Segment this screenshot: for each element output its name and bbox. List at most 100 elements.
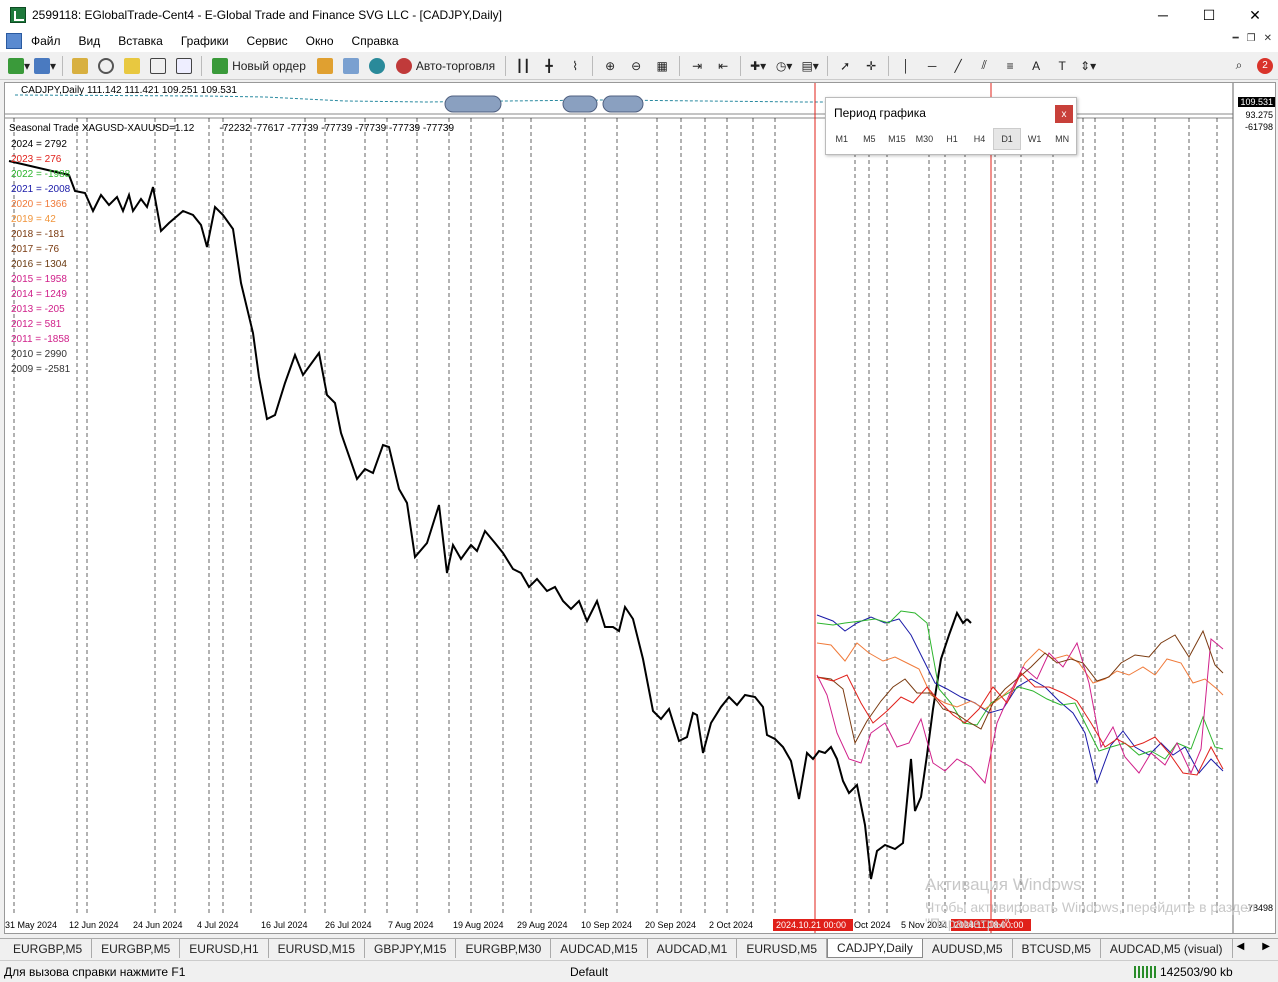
menu-charts[interactable]: Графики bbox=[172, 34, 238, 48]
chart-tab[interactable]: AUDCAD,M1 bbox=[648, 939, 738, 958]
price-scale-upper: 93.275 bbox=[1245, 110, 1273, 120]
search-icon[interactable]: ⌕ bbox=[1228, 55, 1250, 77]
text-label-icon[interactable]: T bbox=[1051, 55, 1073, 77]
navigator-button[interactable] bbox=[121, 55, 143, 77]
maximize-button[interactable]: ☐ bbox=[1186, 0, 1232, 30]
chart-tab[interactable]: AUDCAD,M15 bbox=[551, 939, 648, 958]
notifications-badge[interactable]: 2 bbox=[1254, 55, 1276, 77]
legend-item: 2021 = -2008 bbox=[11, 184, 71, 195]
chart-tab[interactable]: AUDCAD,M5 (visual) bbox=[1101, 939, 1233, 958]
mdi-minimize-icon[interactable]: ━ bbox=[1233, 33, 1239, 44]
mdi-close-icon[interactable]: ✕ bbox=[1264, 33, 1272, 44]
mdi-restore-icon[interactable]: ❐ bbox=[1247, 33, 1256, 44]
minimize-button[interactable]: ─ bbox=[1140, 0, 1186, 30]
radio-button[interactable] bbox=[366, 55, 388, 77]
date-axis-label: 31 May 2024 bbox=[5, 920, 57, 930]
date-axis-label: 2 Oct 2024 bbox=[709, 920, 753, 930]
indicators-button[interactable]: ✚▾ bbox=[747, 55, 769, 77]
event-marker bbox=[562, 95, 598, 113]
chart-window-icon[interactable] bbox=[6, 33, 22, 49]
tabs-scroll-right-icon[interactable]: ▶ bbox=[1262, 941, 1270, 952]
text-icon[interactable]: A bbox=[1025, 55, 1047, 77]
data-window-button[interactable] bbox=[95, 55, 117, 77]
period-h1-button[interactable]: H1 bbox=[938, 128, 966, 150]
seasonal-2024-line-end bbox=[966, 618, 972, 624]
period-buttons: M1 M5 M15 M30 H1 H4 D1 W1 MN bbox=[826, 128, 1076, 150]
menu-tools[interactable]: Сервис bbox=[238, 34, 297, 48]
period-h4-button[interactable]: H4 bbox=[966, 128, 994, 150]
period-w1-button[interactable]: W1 bbox=[1021, 128, 1049, 150]
legend-item: 2013 = -205 bbox=[11, 304, 65, 315]
window-title: 2599118: EGlobalTrade-Cent4 - E-Global T… bbox=[32, 8, 503, 22]
legend-item: 2024 = 2792 bbox=[11, 139, 67, 150]
chart-tab[interactable]: EURGBP,M5 bbox=[4, 939, 93, 958]
tester-button[interactable] bbox=[173, 55, 195, 77]
chart-tab[interactable]: EURGBP,M5 bbox=[92, 939, 181, 958]
market-watch-button[interactable] bbox=[69, 55, 91, 77]
cursor-icon[interactable]: ➚ bbox=[834, 55, 856, 77]
menu-insert[interactable]: Вставка bbox=[109, 34, 172, 48]
year-legend: 2024 = 2792 2023 = 276 2022 = -1988 2021 = … bbox=[11, 137, 70, 377]
menu-view[interactable]: Вид bbox=[70, 34, 110, 48]
date-axis-label: 24 Jun 2024 bbox=[133, 920, 183, 930]
period-m15-button[interactable]: M15 bbox=[883, 128, 911, 150]
chart-tab[interactable]: CADJPY,Daily bbox=[827, 939, 923, 958]
menu-file[interactable]: Файл bbox=[22, 34, 70, 48]
new-order-button[interactable]: Новый ордер bbox=[208, 55, 310, 77]
bar-chart-button[interactable]: ┃┃ bbox=[512, 55, 534, 77]
date-axis-label: Oct 2024 bbox=[854, 920, 891, 930]
legend-item: 2012 = 581 bbox=[11, 319, 62, 330]
chart-tab[interactable]: GBPJPY,M15 bbox=[365, 939, 457, 958]
period-m5-button[interactable]: M5 bbox=[856, 128, 884, 150]
date-axis-label: 4 Jul 2024 bbox=[197, 920, 239, 930]
trendline-icon[interactable]: ╱ bbox=[947, 55, 969, 77]
candles-button[interactable]: ╋ bbox=[538, 55, 560, 77]
metaeditor-button[interactable] bbox=[314, 55, 336, 77]
autoscroll-button[interactable]: ⇥ bbox=[686, 55, 708, 77]
periods-button[interactable]: ◷▾ bbox=[773, 55, 795, 77]
chart-tab[interactable]: BTCUSD,M5 bbox=[1013, 939, 1101, 958]
crosshair-icon[interactable]: ✛ bbox=[860, 55, 882, 77]
new-chart-button[interactable]: ▾ bbox=[8, 55, 30, 77]
tile-windows-icon[interactable]: ▦ bbox=[651, 55, 673, 77]
seasonal-2024-line bbox=[8, 160, 968, 880]
chart-tab[interactable]: EURUSD,M15 bbox=[269, 939, 365, 958]
arrows-icon[interactable]: ⇕▾ bbox=[1077, 55, 1099, 77]
profiles-button[interactable]: ▾ bbox=[34, 55, 56, 77]
chart-window[interactable]: 31 May 2024 12 Jun 2024 24 Jun 2024 4 Jul 2… bbox=[4, 82, 1276, 934]
title-bar: 2599118: EGlobalTrade-Cent4 - E-Global T… bbox=[0, 0, 1278, 30]
zoom-out-icon[interactable]: ⊖ bbox=[625, 55, 647, 77]
menu-help[interactable]: Справка bbox=[343, 34, 408, 48]
seasonal-year-line bbox=[816, 672, 1224, 776]
chart-tab[interactable]: AUDUSD,M5 bbox=[923, 939, 1013, 958]
period-m1-button[interactable]: M1 bbox=[828, 128, 856, 150]
fibonacci-icon[interactable]: ≡ bbox=[999, 55, 1021, 77]
zoom-in-icon[interactable]: ⊕ bbox=[599, 55, 621, 77]
date-axis-label: 29 Aug 2024 bbox=[517, 920, 568, 930]
current-price-marker: 109.531 bbox=[1238, 97, 1275, 107]
vertical-line-icon[interactable]: │ bbox=[895, 55, 917, 77]
chart-canvas[interactable]: 31 May 2024 12 Jun 2024 24 Jun 2024 4 Jul 2… bbox=[5, 83, 1276, 934]
legend-item: 2009 = -2581 bbox=[11, 364, 71, 375]
chart-tab[interactable]: EURGBP,M30 bbox=[456, 939, 552, 958]
tabs-scroll-left-icon[interactable]: ◀ bbox=[1237, 941, 1245, 952]
period-d1-button[interactable]: D1 bbox=[993, 128, 1021, 150]
line-chart-button[interactable]: ⌇ bbox=[564, 55, 586, 77]
menu-window[interactable]: Окно bbox=[297, 34, 343, 48]
period-dialog-close-button[interactable]: x bbox=[1055, 105, 1073, 123]
period-mn-button[interactable]: MN bbox=[1048, 128, 1076, 150]
terminal-button[interactable] bbox=[147, 55, 169, 77]
chart-tab[interactable]: EURUSD,M5 bbox=[737, 939, 828, 958]
templates-button[interactable]: ▤▾ bbox=[799, 55, 821, 77]
equidistant-channel-icon[interactable]: ⫽ bbox=[973, 55, 995, 77]
horizontal-line-icon[interactable]: ─ bbox=[921, 55, 943, 77]
close-button[interactable]: ✕ bbox=[1232, 0, 1278, 30]
period-dialog: Период графика x M1 M5 M15 M30 H1 H4 D1 W1 MN bbox=[825, 97, 1077, 155]
chart-tab[interactable]: EURUSD,H1 bbox=[180, 939, 269, 958]
price-scale-low-1: -61798 bbox=[1244, 122, 1273, 132]
chart-shift-button[interactable]: ⇤ bbox=[712, 55, 734, 77]
period-m30-button[interactable]: M30 bbox=[911, 128, 939, 150]
activation-watermark-title: Активация Windows bbox=[925, 875, 1082, 894]
signals-button[interactable] bbox=[340, 55, 362, 77]
auto-trading-button[interactable]: Авто-торговля bbox=[392, 55, 499, 77]
